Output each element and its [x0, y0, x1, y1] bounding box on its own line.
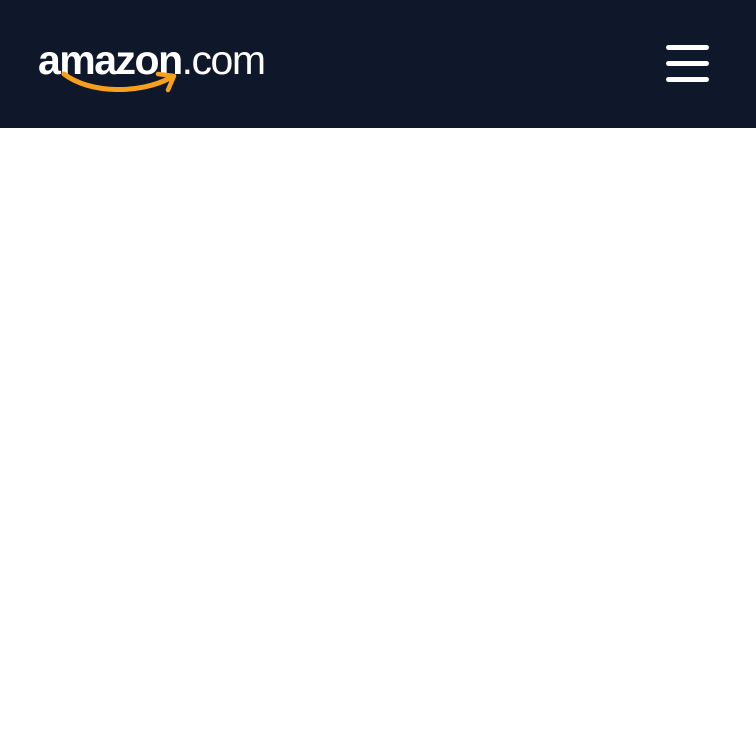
hamburger-menu-button[interactable]: [660, 38, 716, 90]
menu-bar-middle: [666, 61, 709, 66]
amazon-logo-link[interactable]: amazon.com: [38, 36, 300, 98]
top-navigation-bar: amazon.com: [0, 0, 756, 128]
menu-bar-bottom: [666, 77, 709, 82]
menu-bar-top: [666, 45, 709, 50]
amazon-smile-icon: [61, 71, 177, 93]
main-content-area: [0, 128, 756, 750]
logo-text-dotcom: .com: [181, 37, 266, 83]
